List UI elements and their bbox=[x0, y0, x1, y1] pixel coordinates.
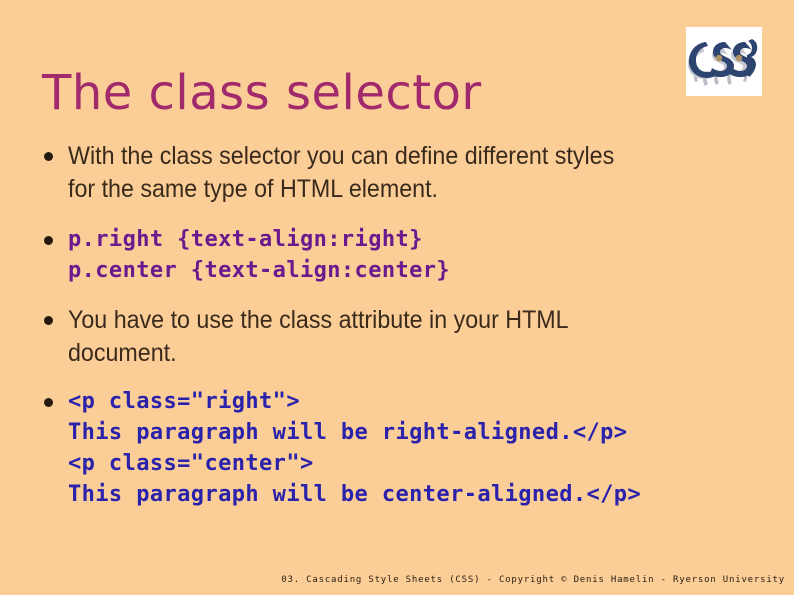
list-item: p.right {text-align:right} p.center {tex… bbox=[40, 224, 780, 286]
slide: The class selector With the class select… bbox=[0, 0, 794, 595]
bullet-dot-icon bbox=[44, 152, 53, 161]
bullet-dot-icon bbox=[44, 316, 53, 325]
bullet-text: You have to use the class attribute in y… bbox=[68, 306, 569, 367]
code-snippet-css-rules: p.right {text-align:right} p.center {tex… bbox=[68, 227, 451, 283]
footer-credit: 03. Cascading Style Sheets (CSS) - Copyr… bbox=[281, 575, 785, 585]
page-title: The class selector bbox=[42, 65, 482, 122]
code-snippet-html-markup: <p class="right"> This paragraph will be… bbox=[68, 389, 642, 507]
bullet-list: With the class selector you can define d… bbox=[40, 140, 780, 510]
css-logo bbox=[686, 27, 762, 96]
list-item: <p class="right"> This paragraph will be… bbox=[40, 386, 780, 510]
bullet-dot-icon bbox=[44, 236, 53, 245]
list-item: With the class selector you can define d… bbox=[40, 140, 780, 206]
list-item: You have to use the class attribute in y… bbox=[40, 304, 780, 370]
bullet-dot-icon bbox=[44, 398, 53, 407]
bullet-text: With the class selector you can define d… bbox=[68, 142, 615, 203]
